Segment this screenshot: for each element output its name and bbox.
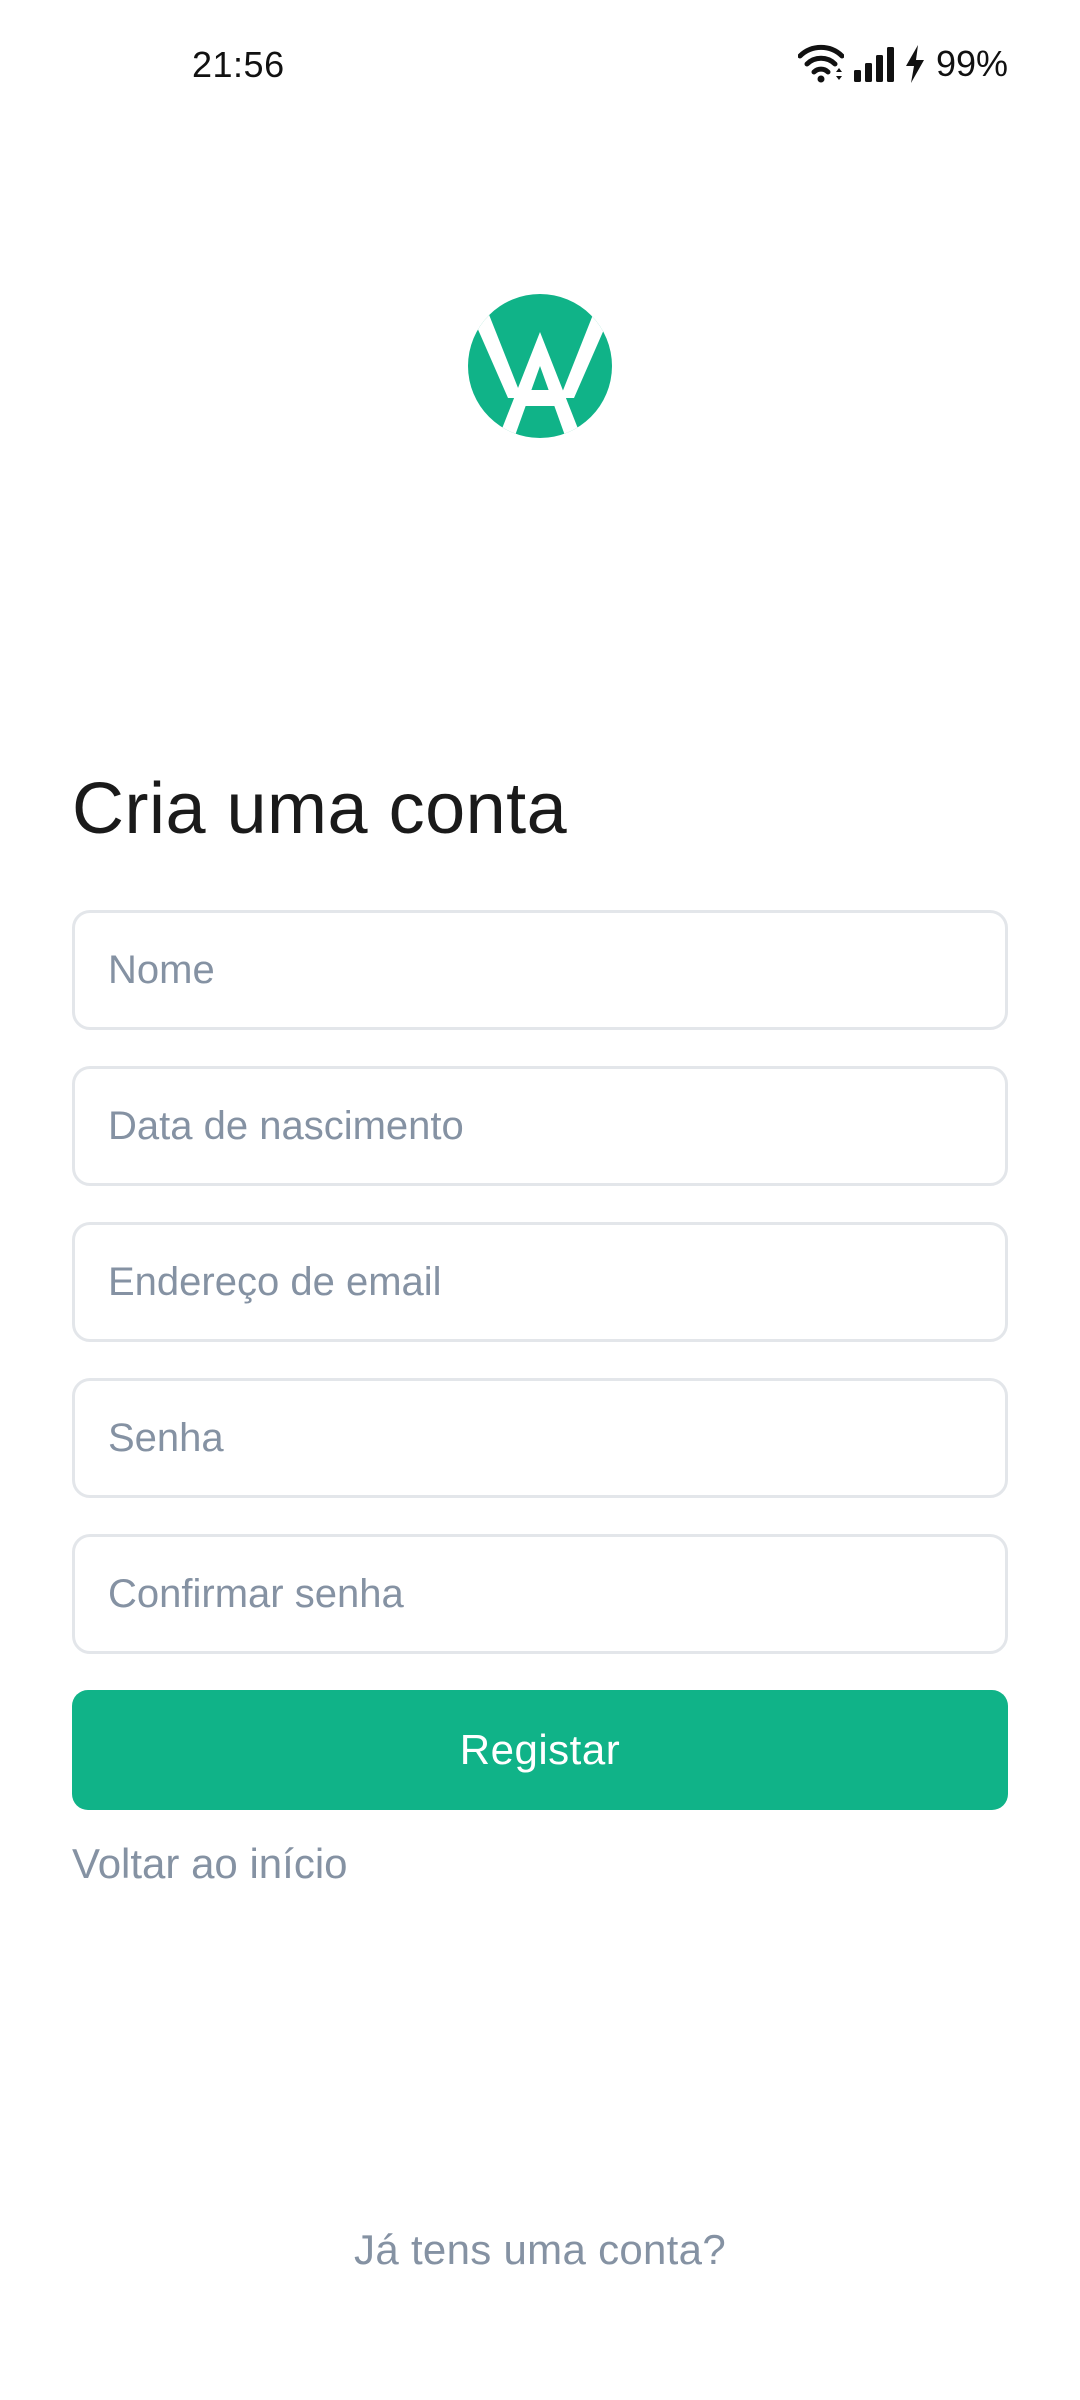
signup-screen: 21:56 99% Cria uma conta Nome Data de na… [0, 0, 1080, 2400]
status-bar: 21:56 99% [0, 0, 1080, 140]
wifi-icon [797, 44, 844, 84]
register-button[interactable]: Registar [72, 1690, 1008, 1810]
confirm-password-input[interactable] [72, 1534, 1008, 1654]
logo-icon [468, 294, 612, 438]
page-title: Cria uma conta [72, 769, 568, 849]
status-time: 21:56 [192, 44, 285, 85]
back-home-link[interactable]: Voltar ao início [72, 1840, 348, 1888]
battery-percentage: 99% [935, 43, 1008, 84]
charging-icon [904, 45, 926, 83]
name-input[interactable] [72, 910, 1008, 1030]
have-account-link[interactable]: Já tens uma conta? [0, 2226, 1080, 2274]
status-icons: 99% [797, 42, 1008, 86]
signal-icon [852, 46, 896, 82]
password-input[interactable] [72, 1378, 1008, 1498]
birthdate-input[interactable] [72, 1066, 1008, 1186]
email-input[interactable] [72, 1222, 1008, 1342]
